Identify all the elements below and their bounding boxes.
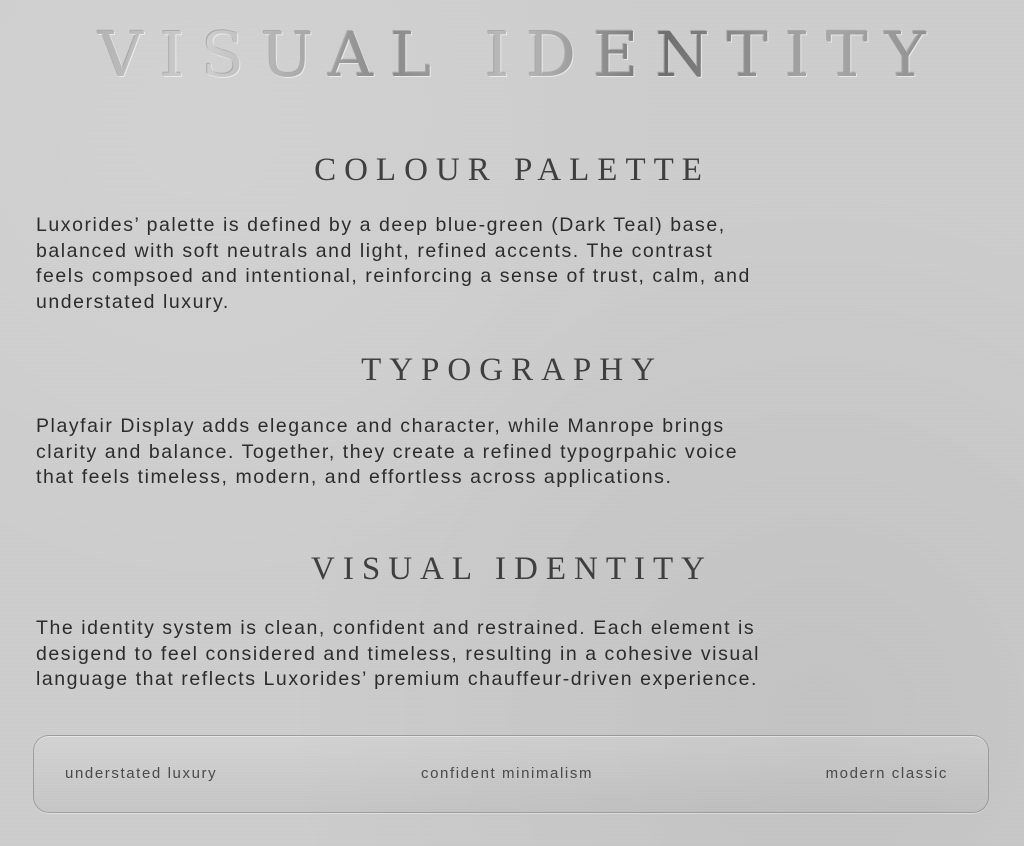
page-title: VISUAL IDENTITY <box>0 18 1024 92</box>
visual-identity-paragraph: The identity system is clean, confident … <box>36 616 996 693</box>
colour-palette-heading: COLOUR PALETTE <box>314 152 710 188</box>
paragraph-line: clarity and balance. Together, they crea… <box>36 440 739 463</box>
paragraph-line: Playfair Display adds elegance and chara… <box>36 415 725 437</box>
colour-palette-paragraph: Luxorides’ palette is defined by a deep … <box>36 213 996 315</box>
paragraph-line: The identity system is clean, confident … <box>36 617 756 639</box>
paragraph-line: that feels timeless, modern, and effortl… <box>36 466 673 488</box>
keyword-modern-classic: modern classic <box>825 765 948 782</box>
keyword-confident-minimalism: confident minimalism <box>421 765 594 782</box>
paragraph-line: desigend to feel considered and timeless… <box>36 642 761 665</box>
paragraph-line: understated luxury. <box>36 290 230 313</box>
typography-heading: TYPOGRAPHY <box>361 352 663 388</box>
paragraph-line: balanced with soft neutrals and light, r… <box>36 239 714 262</box>
document-page: VISUAL IDENTITY COLOUR PALETTE Luxorides… <box>0 0 1024 846</box>
visual-identity-heading: VISUAL IDENTITY <box>311 551 713 587</box>
typography-paragraph: Playfair Display adds elegance and chara… <box>36 414 996 491</box>
paragraph-line: language that reflects Luxorides’ premiu… <box>36 668 759 690</box>
keywords-bar: understated luxury confident minimalism … <box>33 735 989 813</box>
paragraph-line: feels compsoed and intentional, reinforc… <box>36 265 751 287</box>
keyword-understated-luxury: understated luxury <box>65 765 218 782</box>
paragraph-line: Luxorides’ palette is defined by a deep … <box>36 214 726 236</box>
